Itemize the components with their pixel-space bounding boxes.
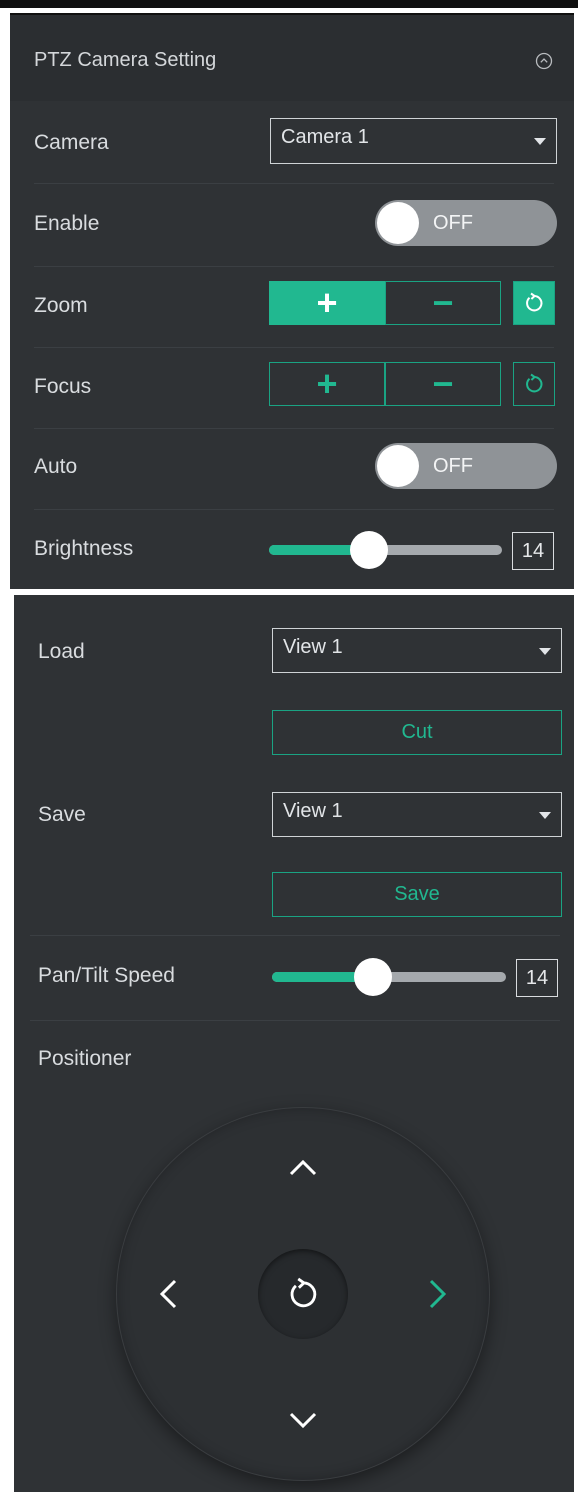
- toggle-knob: [377, 202, 419, 244]
- divider: [34, 428, 554, 429]
- pan-tilt-speed-slider[interactable]: [272, 958, 506, 996]
- zoom-in-button[interactable]: +: [269, 281, 385, 325]
- camera-select[interactable]: Camera 1: [270, 118, 557, 164]
- zoom-reset-button[interactable]: [513, 281, 555, 325]
- reset-icon: [290, 1277, 317, 1308]
- toggle-knob: [377, 445, 419, 487]
- divider: [34, 347, 554, 348]
- load-select-value: View 1: [283, 636, 343, 658]
- pan-tilt-speed-label: Pan/Tilt Speed: [38, 964, 175, 987]
- reset-icon: [526, 373, 543, 393]
- zoom-label: Zoom: [34, 294, 88, 317]
- chevron-down-icon[interactable]: [285, 1402, 321, 1438]
- auto-toggle-state: OFF: [433, 455, 473, 477]
- caret-down-icon: [534, 138, 546, 145]
- brightness-slider[interactable]: [269, 531, 502, 569]
- slider-handle[interactable]: [350, 531, 389, 569]
- focus-far-button[interactable]: −: [385, 362, 501, 406]
- load-label: Load: [38, 640, 85, 663]
- panel-header: PTZ Camera Setting: [10, 15, 574, 101]
- load-view-select[interactable]: View 1: [272, 628, 562, 673]
- camera-label: Camera: [34, 131, 109, 154]
- brightness-label: Brightness: [34, 537, 134, 560]
- reset-icon: [526, 292, 543, 312]
- panel-title: PTZ Camera Setting: [34, 49, 217, 71]
- preset-panel: Load View 1 Cut Save View 1 Save Pan/Til…: [14, 595, 574, 1492]
- plus-icon: +: [316, 282, 338, 323]
- positioner-label: Positioner: [38, 1047, 132, 1070]
- divider: [34, 266, 554, 267]
- save-view-select[interactable]: View 1: [272, 792, 562, 837]
- camera-select-value: Camera 1: [281, 126, 369, 148]
- positioner-joystick[interactable]: [117, 1108, 489, 1480]
- ptz-settings-panel: PTZ Camera Setting Camera Camera 1 Enabl…: [10, 13, 574, 589]
- zoom-out-button[interactable]: −: [385, 281, 501, 325]
- chevron-right-icon[interactable]: [419, 1276, 455, 1312]
- save-select-value: View 1: [283, 800, 343, 822]
- chevron-up-icon[interactable]: [285, 1150, 321, 1186]
- brightness-value[interactable]: 14: [512, 532, 554, 570]
- chevron-up-circle-icon[interactable]: [535, 52, 553, 70]
- enable-toggle[interactable]: OFF: [375, 200, 557, 246]
- divider: [34, 183, 554, 184]
- positioner-reset-button[interactable]: [258, 1249, 348, 1339]
- caret-down-icon: [539, 811, 551, 819]
- chevron-left-icon[interactable]: [151, 1276, 187, 1312]
- minus-icon: −: [432, 363, 454, 404]
- focus-near-button[interactable]: +: [269, 362, 385, 406]
- plus-icon: +: [316, 363, 338, 404]
- save-label: Save: [38, 803, 86, 826]
- save-button[interactable]: Save: [272, 872, 562, 917]
- enable-toggle-state: OFF: [433, 212, 473, 234]
- top-border: [0, 0, 578, 8]
- divider: [34, 509, 554, 510]
- pan-tilt-speed-value[interactable]: 14: [516, 959, 558, 997]
- focus-label: Focus: [34, 375, 92, 398]
- enable-label: Enable: [34, 212, 100, 235]
- divider: [30, 1020, 560, 1021]
- auto-toggle[interactable]: OFF: [375, 443, 557, 489]
- page: PTZ Camera Setting Camera Camera 1 Enabl…: [0, 0, 578, 1492]
- cut-button[interactable]: Cut: [272, 710, 562, 755]
- auto-label: Auto: [34, 455, 78, 478]
- caret-down-icon: [539, 647, 551, 655]
- minus-icon: −: [432, 282, 454, 323]
- focus-reset-button[interactable]: [513, 362, 555, 406]
- divider: [30, 935, 560, 936]
- slider-handle[interactable]: [353, 958, 392, 996]
